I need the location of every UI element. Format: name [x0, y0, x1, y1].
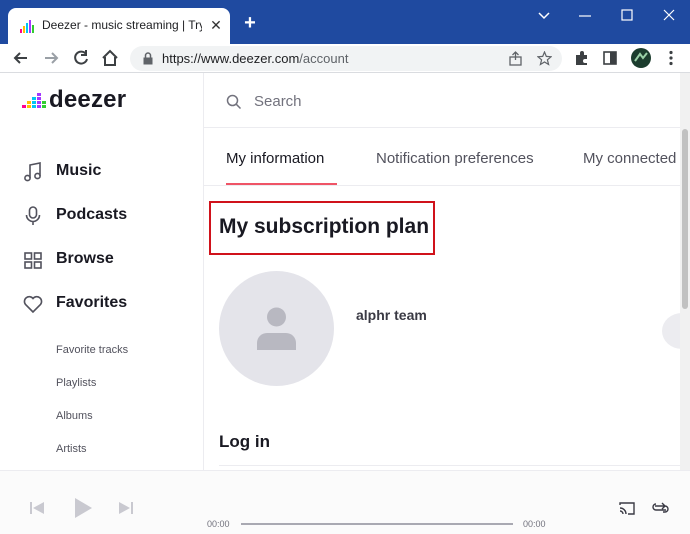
- tab-notification-preferences[interactable]: Notification preferences: [376, 150, 534, 167]
- browser-tab[interactable]: Deezer - music streaming | Try Fl ✕: [8, 8, 230, 44]
- tab-my-information[interactable]: My information: [226, 150, 324, 167]
- side-panel-icon[interactable]: [603, 51, 617, 65]
- login-divider: [219, 465, 690, 466]
- new-tab-button[interactable]: +: [240, 13, 260, 33]
- avatar[interactable]: [219, 271, 334, 386]
- scrollbar-thumb[interactable]: [682, 129, 688, 309]
- maximize-icon[interactable]: [621, 9, 633, 21]
- main-content: Search My information Notification prefe…: [204, 73, 690, 470]
- page-scrollbar[interactable]: [680, 73, 690, 470]
- search-input[interactable]: Search: [254, 93, 302, 110]
- nav-label-browse: Browse: [56, 250, 114, 267]
- player-bar: 00:00 00:00: [0, 470, 690, 534]
- back-icon[interactable]: [11, 48, 31, 68]
- tab-close-icon[interactable]: ✕: [208, 17, 224, 33]
- search-bar[interactable]: Search: [204, 73, 690, 128]
- search-icon: [226, 94, 242, 110]
- section-title: My subscription plan: [219, 215, 430, 238]
- tab-my-connected[interactable]: My connected: [583, 150, 676, 167]
- home-icon[interactable]: [100, 48, 120, 68]
- previous-track-icon[interactable]: [30, 502, 44, 514]
- address-bar[interactable]: https://www.deezer.com/account: [130, 46, 562, 71]
- repeat-icon[interactable]: [652, 502, 669, 514]
- login-section-title: Log in: [219, 432, 270, 451]
- favorites-tracks-link[interactable]: Favorite tracks: [56, 344, 128, 356]
- url-host: https://www.deezer.com: [162, 51, 300, 66]
- username: alphr team: [356, 307, 427, 323]
- progress-bar[interactable]: [241, 523, 513, 525]
- favorites-albums-link[interactable]: Albums: [56, 410, 93, 422]
- profile-avatar-icon[interactable]: [631, 48, 651, 68]
- minimize-icon[interactable]: [578, 14, 592, 18]
- user-silhouette-icon: [257, 307, 296, 350]
- lock-icon[interactable]: [142, 52, 154, 65]
- deezer-favicon-icon: [20, 20, 34, 33]
- url-text[interactable]: https://www.deezer.com/account: [162, 51, 348, 66]
- browser-titlebar: Deezer - music streaming | Try Fl ✕ +: [0, 0, 690, 44]
- menu-kebab-icon[interactable]: [668, 50, 674, 66]
- extensions-icon[interactable]: [574, 50, 590, 66]
- heart-icon: [23, 295, 43, 314]
- tab-search-icon[interactable]: [537, 10, 551, 22]
- time-total: 00:00: [523, 519, 546, 529]
- cast-icon[interactable]: [619, 502, 635, 515]
- microphone-icon: [25, 206, 41, 225]
- forward-icon[interactable]: [41, 48, 61, 68]
- grid-icon: [24, 252, 42, 269]
- next-track-icon[interactable]: [119, 502, 133, 514]
- nav-label-favorites: Favorites: [56, 294, 128, 311]
- reload-icon[interactable]: [71, 48, 91, 68]
- tabs-divider: [204, 185, 690, 186]
- share-icon[interactable]: [508, 51, 523, 66]
- nav-label-podcasts: Podcasts: [56, 206, 128, 223]
- close-window-icon[interactable]: [663, 9, 675, 21]
- bookmark-star-icon[interactable]: [537, 51, 552, 66]
- deezer-wordmark: deezer: [49, 86, 127, 113]
- deezer-logo-icon: [22, 93, 46, 108]
- browser-toolbar: https://www.deezer.com/account: [0, 44, 690, 73]
- nav-label-music: Music: [56, 162, 102, 179]
- tab-title: Deezer - music streaming | Try Fl: [42, 18, 202, 32]
- favorites-artists-link[interactable]: Artists: [56, 443, 87, 455]
- deezer-page: deezer Music Podcasts Browse Favorites F…: [0, 73, 690, 470]
- sidebar: deezer Music Podcasts Browse Favorites F…: [0, 73, 204, 470]
- time-current: 00:00: [207, 519, 230, 529]
- favorites-playlists-link[interactable]: Playlists: [56, 377, 96, 389]
- music-note-icon: [24, 162, 41, 182]
- url-path: /account: [299, 51, 349, 66]
- play-icon[interactable]: [74, 498, 92, 518]
- deezer-logo[interactable]: deezer: [22, 86, 142, 113]
